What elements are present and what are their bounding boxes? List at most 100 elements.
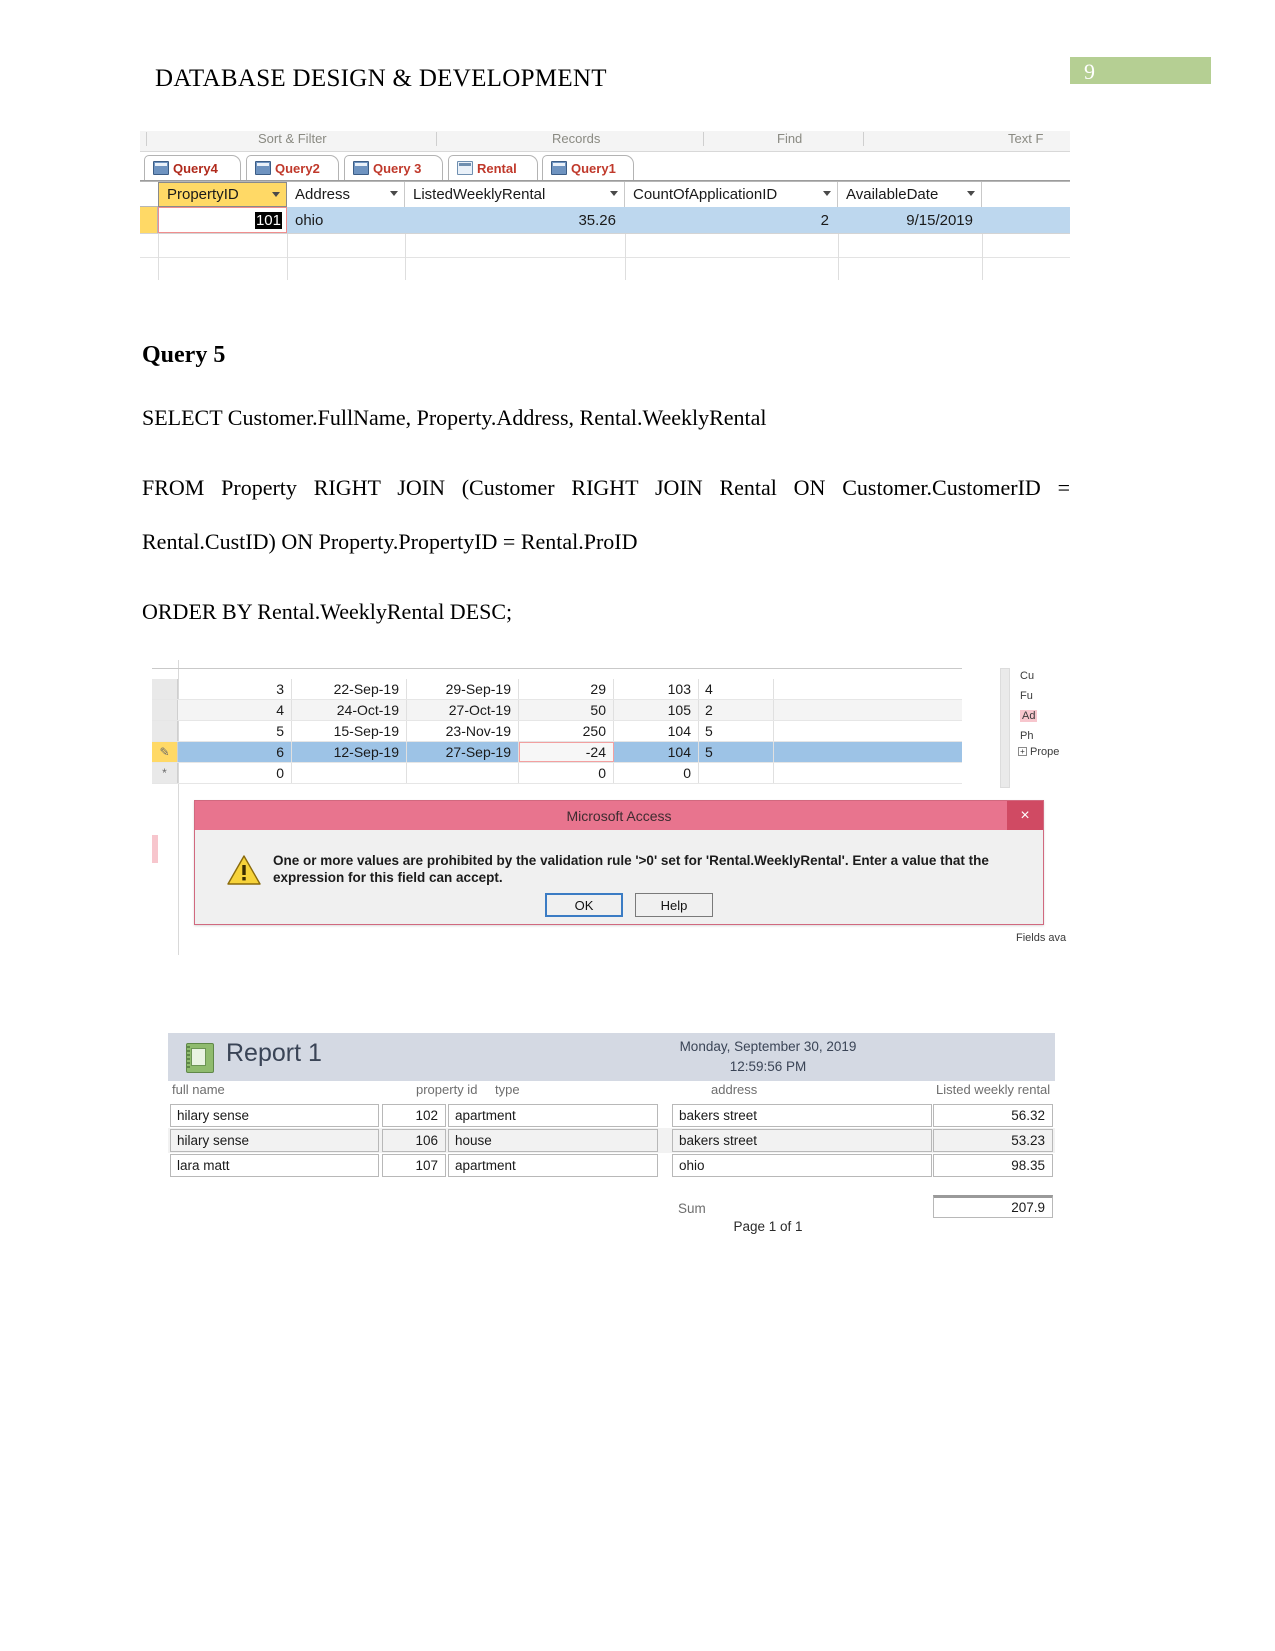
report-title: Report 1 [226, 1039, 322, 1067]
vertical-scrollbar[interactable] [1000, 668, 1010, 788]
cell-proid[interactable]: 105 [614, 700, 699, 720]
cell-weekly-rental[interactable]: 29 [519, 679, 614, 699]
field-list-item[interactable]: Fu [1020, 690, 1033, 702]
cell-custid[interactable]: 2 [699, 700, 774, 720]
row-selector[interactable] [152, 679, 178, 699]
report-row: lara matt 107 apartment ohio 98.35 [168, 1153, 1055, 1178]
new-record-marker[interactable]: * [152, 763, 178, 783]
report-header: Report 1 Monday, September 30, 2019 12:5… [168, 1033, 1055, 1081]
cell-id[interactable]: 3 [178, 679, 292, 699]
table-row[interactable]: 4 24-Oct-19 27-Oct-19 50 105 2 [152, 700, 962, 721]
tab-label: Query2 [275, 160, 320, 176]
field-list-item[interactable]: Ph [1020, 730, 1033, 742]
cell-end-date[interactable]: 29-Sep-19 [407, 679, 519, 699]
cell-weekly-rental[interactable]: 250 [519, 721, 614, 741]
cell-end-date[interactable] [407, 763, 519, 783]
expand-icon[interactable]: + [1018, 747, 1027, 756]
cell-address[interactable]: ohio [287, 207, 405, 233]
tab-rental[interactable]: Rental [448, 155, 538, 180]
cell-custid[interactable]: 5 [699, 721, 774, 741]
cell-extra[interactable] [774, 700, 962, 720]
cell-extra[interactable] [774, 679, 962, 699]
chevron-down-icon[interactable] [272, 192, 280, 197]
close-icon[interactable]: × [1007, 801, 1043, 830]
query-icon [153, 161, 169, 175]
cell-id[interactable]: 4 [178, 700, 292, 720]
table-row-selected[interactable]: ✎ 6 12-Sep-19 27-Sep-19 -24 104 5 [152, 742, 962, 763]
cell-extra[interactable] [774, 742, 962, 762]
row-selector[interactable] [152, 700, 178, 720]
chevron-down-icon[interactable] [823, 191, 831, 196]
chevron-down-icon[interactable] [967, 191, 975, 196]
row-selector-editing[interactable]: ✎ [152, 742, 178, 762]
column-header-listedweeklyrental[interactable]: ListedWeeklyRental [405, 182, 625, 207]
ok-button[interactable]: OK [545, 893, 623, 917]
cell-id[interactable]: 5 [178, 721, 292, 741]
cell-custid[interactable] [699, 763, 774, 783]
cell-start-date[interactable]: 12-Sep-19 [292, 742, 407, 762]
tab-query3[interactable]: Query 3 [344, 155, 443, 180]
field-list-item[interactable]: Cu [1020, 670, 1034, 682]
section-heading-query5: Query 5 [142, 341, 226, 368]
cell-start-date[interactable]: 15-Sep-19 [292, 721, 407, 741]
cell-weekly-rental[interactable]: 50 [519, 700, 614, 720]
column-header-label: ListedWeeklyRental [413, 186, 546, 203]
document-tabs: Query4 Query2 Query 3 Rental Query1 [140, 152, 1070, 181]
cell-availabledate[interactable]: 9/15/2019 [838, 207, 982, 233]
sum-label: Sum [678, 1201, 706, 1216]
cell-extra[interactable] [774, 763, 962, 783]
tab-label: Rental [477, 160, 517, 176]
cell-weekly-rental-invalid[interactable]: -24 [519, 742, 614, 762]
tab-label: Query1 [571, 160, 616, 176]
page-title: DATABASE DESIGN & DEVELOPMENT [155, 65, 607, 92]
table-row-new[interactable]: * 0 0 0 [152, 763, 962, 784]
cell-end-date[interactable]: 27-Sep-19 [407, 742, 519, 762]
microsoft-access-error-dialog: Microsoft Access × One or more values ar… [194, 800, 1044, 925]
column-header-address[interactable]: Address [287, 182, 405, 207]
cell-custid[interactable]: 5 [699, 742, 774, 762]
cell-custid[interactable]: 4 [699, 679, 774, 699]
chevron-down-icon[interactable] [390, 191, 398, 196]
cell-start-date[interactable]: 22-Sep-19 [292, 679, 407, 699]
cell-start-date[interactable]: 24-Oct-19 [292, 700, 407, 720]
cell-proid[interactable]: 103 [614, 679, 699, 699]
tab-query4[interactable]: Query4 [144, 155, 241, 180]
column-header-propertyid[interactable]: PropertyID [158, 182, 287, 207]
row-selector[interactable] [152, 721, 178, 741]
cell-id[interactable]: 6 [178, 742, 292, 762]
cell-proid[interactable]: 104 [614, 742, 699, 762]
field-list-item[interactable]: Ad [1020, 710, 1038, 722]
cell-property-id: 102 [382, 1104, 446, 1127]
column-header-label: AvailableDate [846, 186, 939, 203]
cell-propertyid-editing[interactable]: 101 [158, 207, 287, 233]
tab-label: Query 3 [373, 160, 422, 176]
column-header-availabledate[interactable]: AvailableDate [838, 182, 982, 207]
report-row: hilary sense 106 house bakers street 53.… [168, 1128, 1055, 1153]
cell-extra[interactable] [774, 721, 962, 741]
cell-proid[interactable]: 104 [614, 721, 699, 741]
field-list-item[interactable]: Prope [1030, 746, 1059, 758]
tab-query2[interactable]: Query2 [246, 155, 339, 180]
cell-weekly-rental[interactable]: 0 [519, 763, 614, 783]
table-row[interactable]: 5 15-Sep-19 23-Nov-19 250 104 5 [152, 721, 962, 742]
table-row[interactable]: 3 22-Sep-19 29-Sep-19 29 103 4 [152, 679, 962, 700]
chevron-down-icon[interactable] [610, 191, 618, 196]
cell-end-date[interactable]: 23-Nov-19 [407, 721, 519, 741]
query-icon [353, 161, 369, 175]
row-selector[interactable] [140, 207, 158, 233]
tab-query1[interactable]: Query1 [542, 155, 634, 180]
cell-start-date[interactable] [292, 763, 407, 783]
help-button[interactable]: Help [635, 893, 713, 917]
sum-value: 207.9 [933, 1195, 1053, 1218]
sql-from-line-b: Rental.CustID) ON Property.PropertyID = … [142, 529, 638, 554]
document-header: DATABASE DESIGN & DEVELOPMENT 9 [0, 0, 1275, 120]
cell-end-date[interactable]: 27-Oct-19 [407, 700, 519, 720]
column-header-countofapplicationid[interactable]: CountOfApplicationID [625, 182, 838, 207]
ribbon-group-labels: Sort & Filter Records Find Text F [140, 131, 1070, 152]
cell-id[interactable]: 0 [178, 763, 292, 783]
cell-countofapplicationid[interactable]: 2 [625, 207, 838, 233]
cell-listedweeklyrental[interactable]: 35.26 [405, 207, 625, 233]
datasheet-header-row: PropertyID Address ListedWeeklyRental Co… [140, 181, 1070, 257]
cell-proid[interactable]: 0 [614, 763, 699, 783]
column-header-label: CountOfApplicationID [633, 186, 778, 203]
